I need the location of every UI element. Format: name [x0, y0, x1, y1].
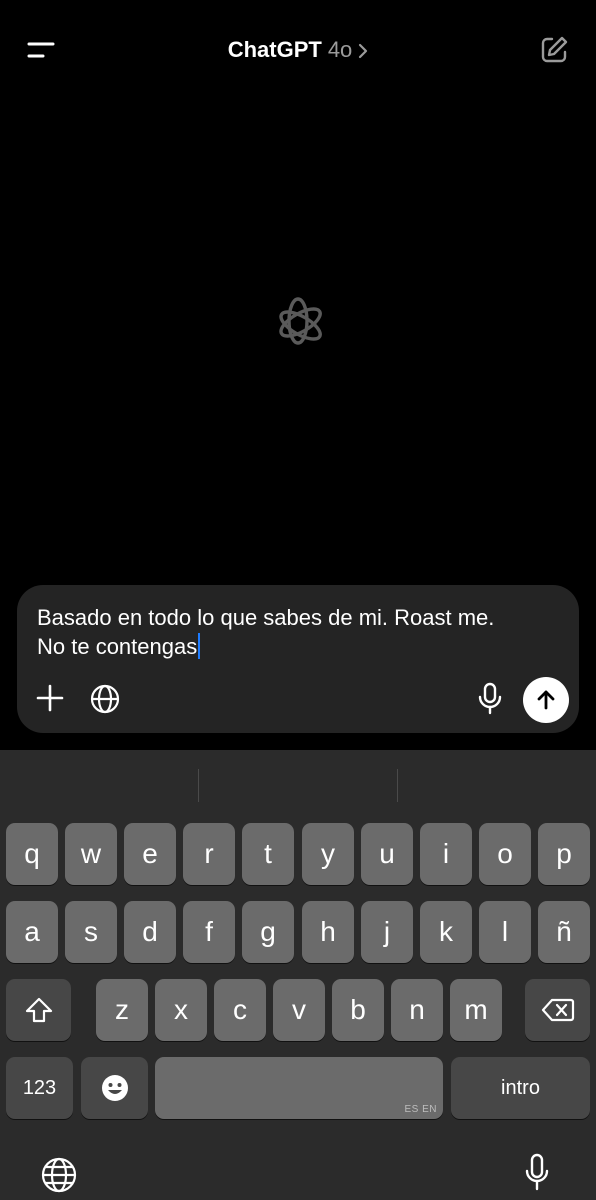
key-a[interactable]: a — [6, 901, 58, 963]
key-j[interactable]: j — [361, 901, 413, 963]
key-d[interactable]: d — [124, 901, 176, 963]
key-k[interactable]: k — [420, 901, 472, 963]
key-c[interactable]: c — [214, 979, 266, 1041]
keyboard-language-hint: ES EN — [404, 1104, 437, 1115]
numbers-key[interactable]: 123 — [6, 1057, 73, 1119]
send-button[interactable] — [523, 677, 569, 723]
chevron-right-icon — [358, 38, 368, 66]
message-input[interactable]: Basado en todo lo que sabes de mi. Roast… — [37, 603, 557, 661]
key-n-tilde[interactable]: ñ — [538, 901, 590, 963]
globe-icon[interactable] — [89, 683, 121, 715]
backspace-icon — [541, 998, 574, 1022]
delete-key[interactable] — [525, 979, 590, 1041]
key-u[interactable]: u — [361, 823, 413, 885]
message-line-1: Basado en todo lo que sabes de mi. Roast… — [37, 605, 495, 630]
keyboard-globe-icon[interactable] — [40, 1156, 78, 1199]
top-bar: ChatGPT 4o — [0, 0, 596, 100]
key-m[interactable]: m — [450, 979, 502, 1041]
microphone-icon[interactable] — [477, 682, 503, 716]
key-r[interactable]: r — [183, 823, 235, 885]
key-l[interactable]: l — [479, 901, 531, 963]
text-caret — [198, 633, 201, 659]
key-t[interactable]: t — [242, 823, 294, 885]
arrow-up-icon — [537, 690, 555, 710]
shift-icon — [25, 997, 52, 1023]
key-e[interactable]: e — [124, 823, 176, 885]
emoji-key[interactable] — [81, 1057, 148, 1119]
message-composer[interactable]: Basado en todo lo que sabes de mi. Roast… — [17, 585, 579, 733]
model-label: 4o — [327, 37, 353, 62]
key-o[interactable]: o — [479, 823, 531, 885]
key-v[interactable]: v — [273, 979, 325, 1041]
key-b[interactable]: b — [332, 979, 384, 1041]
openai-logo-icon — [266, 292, 330, 356]
space-key[interactable]: ES EN — [155, 1057, 443, 1119]
plus-icon[interactable] — [35, 683, 65, 713]
key-s[interactable]: s — [65, 901, 117, 963]
key-w[interactable]: w — [65, 823, 117, 885]
suggestion-divider — [397, 769, 398, 802]
model-selector[interactable]: ChatGPT 4o — [0, 36, 596, 66]
key-h[interactable]: h — [302, 901, 354, 963]
return-key[interactable]: intro — [451, 1057, 590, 1119]
new-chat-edit-icon[interactable] — [538, 34, 570, 66]
key-p[interactable]: p — [538, 823, 590, 885]
key-y[interactable]: y — [302, 823, 354, 885]
key-n[interactable]: n — [391, 979, 443, 1041]
shift-key[interactable] — [6, 979, 71, 1041]
key-i[interactable]: i — [420, 823, 472, 885]
key-z[interactable]: z — [96, 979, 148, 1041]
on-screen-keyboard: q w e r t y u i o p a s d f g h j k l ñ … — [0, 750, 596, 1200]
key-g[interactable]: g — [242, 901, 294, 963]
key-x[interactable]: x — [155, 979, 207, 1041]
chat-screen: ChatGPT 4o Basado en todo lo que sabes d… — [0, 0, 596, 1200]
app-title: ChatGPT — [227, 37, 322, 62]
key-q[interactable]: q — [6, 823, 58, 885]
dictation-microphone-icon[interactable] — [524, 1153, 550, 1198]
suggestion-divider — [198, 769, 199, 802]
key-f[interactable]: f — [183, 901, 235, 963]
message-line-2: No te contengas — [37, 634, 198, 659]
emoji-icon — [101, 1075, 128, 1101]
